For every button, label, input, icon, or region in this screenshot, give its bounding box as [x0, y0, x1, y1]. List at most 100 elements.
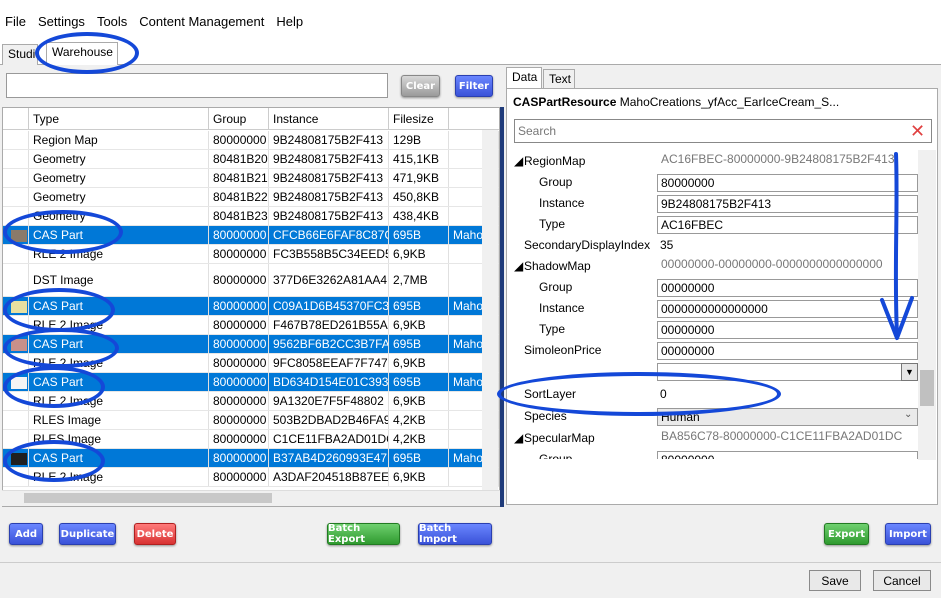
cell-type: RLE 2 Image	[29, 468, 209, 486]
row-thumbnail	[3, 150, 29, 168]
table-row[interactable]: Geometry 80481B22 9B24808175B2F413 450,8KB	[3, 188, 499, 207]
cell-instance: 9B24808175B2F413	[269, 169, 389, 187]
cell-instance: CFCB66E6FAF8C87C	[269, 226, 389, 244]
table-row[interactable]: CAS Part 80000000 BD634D154E01C393 695B Maho	[3, 373, 499, 392]
save-button[interactable]: Save	[809, 570, 861, 591]
thumbnail-swatch	[11, 229, 27, 242]
cell-type: RLE 2 Image	[29, 245, 209, 263]
tab-text[interactable]: Text	[543, 69, 575, 89]
prop-shadow-instance: Instance 0000000000000000	[508, 298, 918, 319]
table-row[interactable]: RLE 2 Image 80000000 9FC8058EEAF7F747 6,9KB	[3, 354, 499, 373]
cell-type: CAS Part	[29, 449, 209, 467]
filter-button[interactable]: Filter	[455, 75, 493, 97]
property-search-input[interactable]	[514, 119, 932, 143]
expand-arrow-icon[interactable]: ◢	[514, 151, 523, 172]
import-button[interactable]: Import	[885, 523, 931, 545]
header-type[interactable]: Type	[29, 108, 209, 130]
grid-vertical-scrollbar[interactable]	[482, 130, 498, 490]
table-row[interactable]: CAS Part 80000000 C09A1D6B45370FC3 695B Maho	[3, 297, 499, 316]
row-thumbnail	[3, 226, 29, 244]
table-row[interactable]: RLE 2 Image 80000000 FC3B558B5C34EED5 6,9KB	[3, 245, 499, 264]
cell-type: Geometry	[29, 169, 209, 187]
cell-type: CAS Part	[29, 335, 209, 353]
filter-input[interactable]	[6, 73, 388, 98]
table-row[interactable]: RLE 2 Image 80000000 F467B78ED261B55A 6,9KB	[3, 316, 499, 335]
table-row[interactable]: RLES Image 80000000 503B2DBAD2B46FA9 4,2KB	[3, 411, 499, 430]
cell-instance: 9B24808175B2F413	[269, 131, 389, 149]
batch-export-button[interactable]: Batch Export	[327, 523, 400, 545]
prop-label: Instance	[539, 196, 585, 210]
search-placeholder: Search	[518, 124, 557, 138]
prop-species-select[interactable]: Human	[657, 408, 918, 426]
prop-label: RegionMap	[524, 154, 586, 168]
prop-label: ShadowMap	[524, 259, 591, 273]
tab-warehouse[interactable]: Warehouse	[46, 42, 118, 65]
prop-shadow-type: Type 00000000	[508, 319, 918, 340]
prop-shadow-group: Group 00000000	[508, 277, 918, 298]
cell-filesize: 6,9KB	[389, 245, 449, 263]
table-row[interactable]: RLE 2 Image 80000000 A3DAF204518B87EE 6,9KB	[3, 468, 499, 487]
table-row[interactable]: Region Map 80000000 9B24808175B2F413 129B	[3, 131, 499, 150]
properties-vertical-scrollbar[interactable]	[918, 150, 936, 460]
header-instance[interactable]: Instance	[269, 108, 389, 130]
menu-bar: File Settings Tools Content Management H…	[0, 10, 941, 32]
cell-filesize: 2,7MB	[389, 264, 449, 296]
row-thumbnail	[3, 392, 29, 410]
clear-search-icon[interactable]: ✕	[910, 121, 925, 141]
panel-splitter[interactable]	[500, 107, 504, 507]
clear-button[interactable]: Clear	[401, 75, 440, 97]
header-filesize[interactable]: Filesize	[389, 108, 449, 130]
export-button[interactable]: Export	[824, 523, 869, 545]
header-group[interactable]: Group	[209, 108, 269, 130]
cell-group: 80481B21	[209, 169, 269, 187]
table-row[interactable]: CAS Part 80000000 9562BF6B2CC3B7FA 695B Maho	[3, 335, 499, 354]
table-row[interactable]: Geometry 80481B20 9B24808175B2F413 415,1KB	[3, 150, 499, 169]
menu-content-management[interactable]: Content Management	[133, 14, 270, 29]
menu-settings[interactable]: Settings	[32, 14, 91, 29]
cell-type: CAS Part	[29, 373, 209, 391]
prop-shadow-map[interactable]: ◢ ShadowMap 00000000-00000000-0000000000…	[508, 256, 918, 277]
thumbnail-swatch	[11, 300, 27, 313]
prop-specular-map[interactable]: ◢ SpecularMap BA856C78-80000000-C1CE11FB…	[508, 428, 918, 449]
menu-help[interactable]: Help	[270, 14, 309, 29]
prop-label: Group	[539, 175, 573, 189]
expand-arrow-icon[interactable]: ◢	[514, 256, 523, 277]
resource-name: MahoCreations_yfAcc_EarIceCream_S...	[619, 95, 840, 109]
delete-button[interactable]: Delete	[134, 523, 176, 545]
menu-tools[interactable]: Tools	[91, 14, 133, 29]
menu-file[interactable]: File	[0, 14, 32, 29]
cell-instance: 9B24808175B2F413	[269, 188, 389, 206]
prop-value-input[interactable]: 80000000	[657, 451, 918, 459]
prop-region-group: Group 80000000	[508, 172, 918, 193]
prop-dropdown[interactable]	[657, 363, 918, 381]
properties-scroll-thumb[interactable]	[920, 370, 934, 406]
table-row[interactable]: CAS Part 80000000 CFCB66E6FAF8C87C 695B Maho	[3, 226, 499, 245]
add-button[interactable]: Add	[9, 523, 43, 545]
row-thumbnail	[3, 316, 29, 334]
prop-region-map[interactable]: ◢ RegionMap AC16FBEC-80000000-9B24808175…	[508, 151, 918, 172]
dropdown-arrow-icon[interactable]: ▼	[901, 363, 918, 381]
prop-value-input[interactable]: 0	[657, 386, 918, 404]
cancel-button[interactable]: Cancel	[873, 570, 931, 591]
cell-filesize: 6,9KB	[389, 316, 449, 334]
cell-filesize: 438,4KB	[389, 207, 449, 225]
resource-title: CASPartResource MahoCreations_yfAcc_EarI…	[513, 95, 839, 109]
table-row[interactable]: Geometry 80481B23 9B24808175B2F413 438,4KB	[3, 207, 499, 226]
batch-import-button[interactable]: Batch Import	[418, 523, 492, 545]
grid-horizontal-scroll-thumb[interactable]	[24, 493, 272, 503]
table-row[interactable]: Geometry 80481B21 9B24808175B2F413 471,9KB	[3, 169, 499, 188]
expand-arrow-icon[interactable]: ◢	[514, 428, 523, 449]
tab-studio[interactable]: Studio	[2, 44, 38, 65]
thumbnail-swatch	[11, 338, 27, 351]
row-thumbnail	[3, 245, 29, 263]
tab-data[interactable]: Data	[506, 67, 542, 89]
cell-instance: 9A1320E7F5F48802	[269, 392, 389, 410]
cell-instance: 9B24808175B2F413	[269, 150, 389, 168]
table-row[interactable]: CAS Part 80000000 B37AB4D260993E47 695B Maho	[3, 449, 499, 468]
cell-filesize: 129B	[389, 131, 449, 149]
duplicate-button[interactable]: Duplicate	[59, 523, 116, 545]
table-row[interactable]: RLES Image 80000000 C1CE11FBA2AD01DC 4,2KB	[3, 430, 499, 449]
chevron-down-icon[interactable]: ⌄	[904, 409, 912, 420]
table-row[interactable]: DST Image 80000000 377D6E3262A81AA4 2,7MB	[3, 264, 499, 297]
table-row[interactable]: RLE 2 Image 80000000 9A1320E7F5F48802 6,9KB	[3, 392, 499, 411]
